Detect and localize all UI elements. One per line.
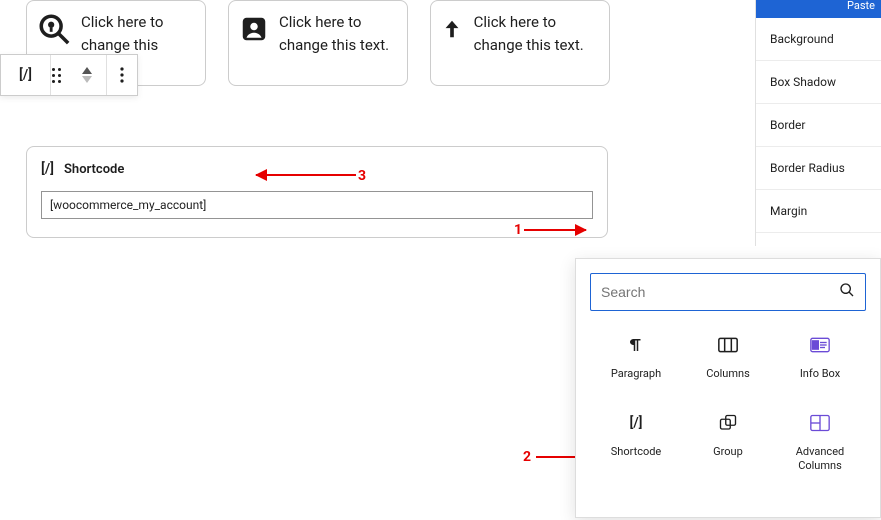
shortcode-icon: [/] — [624, 411, 648, 435]
info-card-text[interactable]: Click here to change this — [81, 11, 193, 58]
annotation-number-1: 1 — [514, 222, 522, 238]
paste-button[interactable]: Paste — [756, 0, 881, 18]
inserter-block-grid: Paragraph Columns Info Bo — [590, 333, 866, 472]
shortcode-input[interactable] — [41, 191, 593, 219]
magnifier-pin-icon — [37, 11, 71, 47]
info-card-text[interactable]: Click here to change this text. — [279, 11, 395, 58]
sidebar-item-border-radius[interactable]: Border Radius — [756, 147, 881, 190]
sidebar-item-margin[interactable]: Margin — [756, 190, 881, 233]
sidebar-item-box-shadow[interactable]: Box Shadow — [756, 61, 881, 104]
inserter-block-columns[interactable]: Columns — [682, 333, 774, 381]
shortcode-block-title: Shortcode — [64, 162, 124, 177]
arrow-up-icon — [441, 11, 464, 47]
inserter-block-label: Advanced Columns — [796, 445, 844, 473]
drag-handle-icon[interactable] — [52, 68, 61, 83]
inserter-block-shortcode[interactable]: [/] Shortcode — [590, 411, 682, 473]
shortcode-glyph: [/] — [19, 67, 32, 83]
info-card-2[interactable]: Click here to change this text. — [228, 0, 408, 86]
block-type-button[interactable]: [/] — [1, 55, 51, 95]
annotation-number-2: 2 — [523, 449, 531, 465]
inserter-block-label: Paragraph — [611, 367, 661, 381]
more-options-button[interactable] — [107, 55, 137, 95]
inserter-block-info-box[interactable]: Info Box — [774, 333, 866, 381]
annotation-arrow-3 — [256, 174, 356, 176]
inserter-block-label: Info Box — [800, 367, 840, 381]
inserter-search[interactable] — [590, 273, 866, 311]
columns-icon — [716, 333, 740, 357]
block-appender: + — [26, 262, 608, 286]
sidebar-item-background[interactable]: Background — [756, 18, 881, 61]
contact-card-icon — [239, 11, 269, 47]
advanced-columns-icon — [808, 411, 832, 435]
info-card-text[interactable]: Click here to change this text. — [474, 11, 597, 58]
info-box-icon — [808, 333, 832, 357]
inserter-block-advanced-columns[interactable]: Advanced Columns — [774, 411, 866, 473]
info-card-3[interactable]: Click here to change this text. — [430, 0, 610, 86]
move-arrows — [69, 67, 105, 83]
shortcode-icon: [/] — [41, 161, 54, 177]
annotation-number-3: 3 — [358, 168, 366, 184]
move-controls — [51, 55, 107, 95]
paragraph-icon — [624, 333, 648, 357]
inserter-block-label: Group — [713, 445, 743, 459]
inserter-block-paragraph[interactable]: Paragraph — [590, 333, 682, 381]
block-inserter-popup: Paragraph Columns Info Bo — [575, 258, 881, 518]
group-icon — [716, 411, 740, 435]
move-down-button[interactable] — [82, 76, 92, 83]
sidebar-item-border[interactable]: Border — [756, 104, 881, 147]
settings-sidebar: Paste Background Box Shadow Border Borde… — [755, 0, 881, 246]
annotation-arrow-1 — [524, 229, 586, 231]
inserter-block-group[interactable]: Group — [682, 411, 774, 473]
inserter-block-label: Columns — [706, 367, 750, 381]
block-toolbar: [/] — [0, 54, 138, 96]
search-icon — [839, 282, 855, 302]
inserter-block-label: Shortcode — [611, 445, 662, 459]
move-up-button[interactable] — [82, 67, 92, 74]
inserter-search-input[interactable] — [601, 284, 839, 300]
